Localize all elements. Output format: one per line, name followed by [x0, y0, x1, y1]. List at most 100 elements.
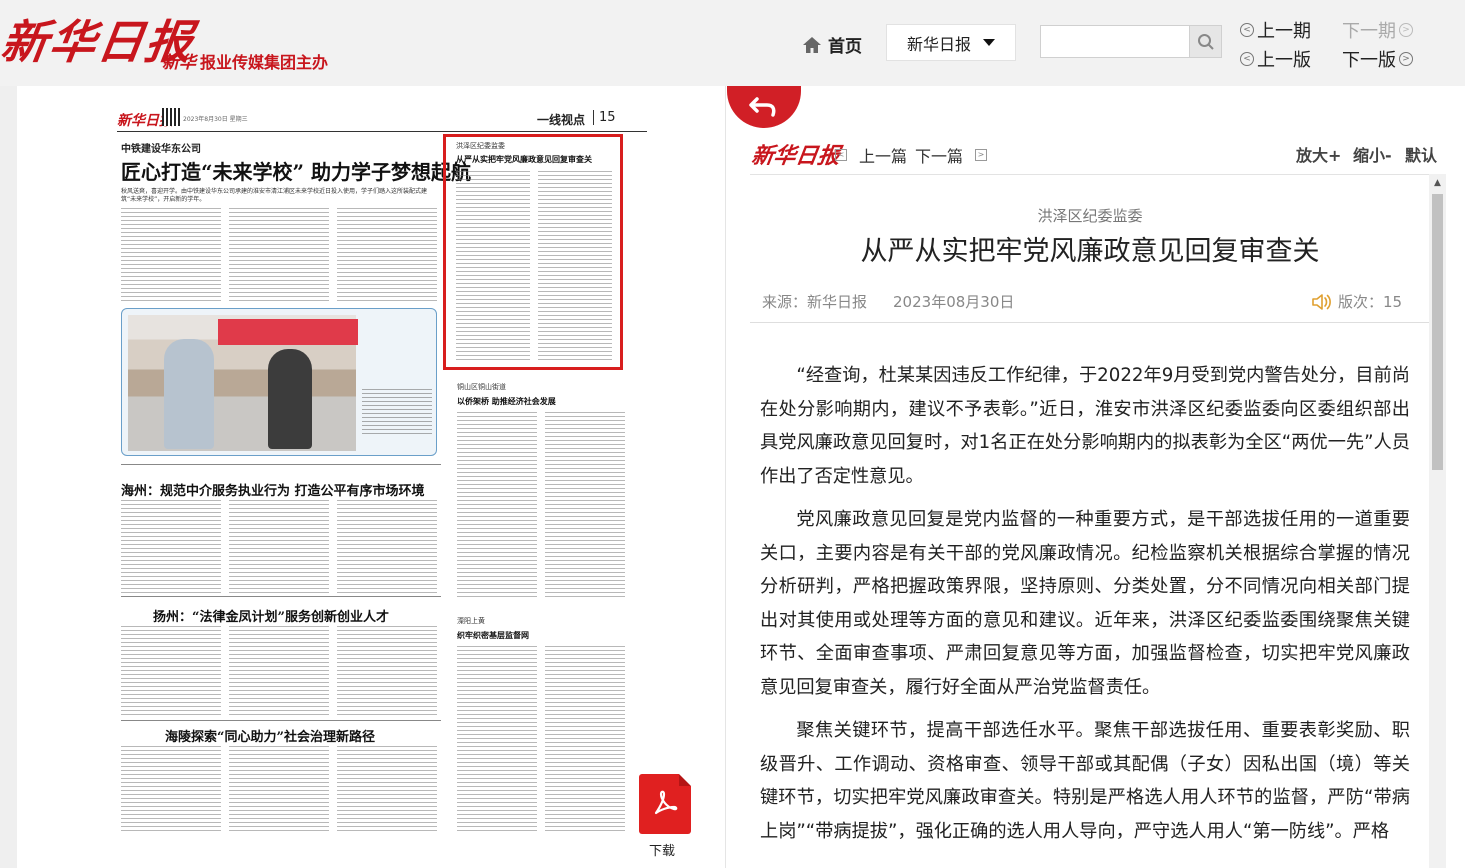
paper-select-value: 新华日报 [907, 34, 972, 54]
chevron-left-icon: < [1240, 23, 1254, 37]
lead-text-column [337, 208, 437, 302]
chevron-left-icon: < [835, 149, 847, 161]
chevron-right-icon: > [975, 149, 988, 161]
next-article-link[interactable]: 下一篇 > [915, 143, 988, 167]
lead-photo[interactable] [121, 308, 437, 456]
lead-subheadline: 秋风送爽，喜迎开学。由中铁建设华东公司承建的淮安市清江浦区未来学校近日投入使用，… [121, 188, 428, 203]
divider [750, 322, 1430, 323]
host-text: 报业传媒集团主办 [200, 52, 329, 72]
next-page-link[interactable]: 下一版 > [1342, 46, 1413, 72]
story4-title[interactable]: 织牢织密基层监督网 [457, 630, 529, 641]
main-area: 新华日报 2023年8月30日 星期三 一线视点 15 中铁建设华东公司 匠心打… [17, 86, 1465, 868]
article-paragraph: 聚焦关键环节，提高干部选任水平。聚焦干部选拔任用、重要表彰奖励、职级晋升、工作调… [760, 720, 1410, 842]
article-date: 2023年08月30日 [893, 293, 1015, 311]
prev-article-link[interactable]: < 上一篇 [835, 143, 907, 167]
search-input[interactable] [1040, 25, 1190, 58]
home-link[interactable]: 首页 [802, 32, 862, 57]
story6-text-column [121, 746, 221, 832]
article-logo: 新华日报 [749, 143, 842, 169]
boxed-text-column [456, 171, 530, 361]
story5-text-column [121, 626, 221, 716]
story4-text-column [457, 646, 537, 832]
zoom-default-button[interactable]: 默认 [1405, 142, 1437, 166]
paper-select[interactable]: 新华日报 [886, 24, 1016, 61]
divider [121, 720, 441, 721]
newspaper-page[interactable]: 新华日报 2023年8月30日 星期三 一线视点 15 中铁建设华东公司 匠心打… [117, 108, 647, 838]
qr-code-icon [162, 108, 180, 126]
story3-text-column [337, 500, 437, 600]
story3-title[interactable]: 海州：规范中介服务执业行为 打造公平有序市场环境 [121, 480, 425, 499]
pdf-download-button[interactable] [639, 774, 691, 834]
article-title: 从严从实把牢党风廉政意见回复审查关 [860, 236, 1320, 267]
article-paragraph: “经查询，杜某某因违反工作纪律，于2022年9月受到党内警告处分，目前尚在处分影… [760, 365, 1410, 487]
photo-person [164, 339, 214, 449]
host-mark: 新华 [162, 53, 196, 73]
speaker-icon[interactable] [1310, 292, 1332, 312]
zoom-in-button[interactable]: 放大+ [1296, 142, 1341, 166]
photo-banner [218, 319, 358, 345]
prev-article-label: 上一篇 [859, 147, 908, 166]
home-label: 首页 [828, 37, 862, 57]
scroll-up-icon[interactable]: ▲ [1429, 174, 1446, 191]
chevron-right-icon: > [1399, 52, 1413, 66]
prev-page-label: 上一版 [1257, 50, 1311, 71]
prev-issue-link[interactable]: < 上一期 [1240, 17, 1311, 43]
story5-text-column [337, 626, 437, 716]
story2-text-column [457, 412, 537, 598]
next-page-label: 下一版 [1342, 50, 1396, 71]
host-org: 新华 报业传媒集团主办 [162, 48, 329, 74]
search-icon [1197, 33, 1214, 50]
newspaper-date: 2023年8月30日 星期三 [183, 116, 248, 123]
lead-text-column [229, 208, 329, 302]
chevron-left-icon: < [1240, 52, 1254, 66]
story5-title[interactable]: 扬州：“法律金凤计划”服务创新创业人才 [153, 606, 389, 625]
selected-article-highlight[interactable]: 洪泽区纪委监委 从严从实把牢党风廉政意见回复审查关 [443, 134, 623, 370]
photo-person [268, 349, 312, 449]
pdf-icon [654, 790, 678, 815]
story5-text-column [229, 626, 329, 716]
article-meta: 来源：新华日报 2023年08月30日 [762, 291, 1014, 312]
article-panel[interactable]: 洪泽区纪委监委 从严从实把牢党风廉政意见回复审查关 来源：新华日报 2023年0… [750, 174, 1445, 868]
prev-page-link[interactable]: < 上一版 [1240, 46, 1311, 72]
photo-caption [362, 389, 432, 435]
zoom-out-button[interactable]: 缩小- [1353, 142, 1392, 166]
photo-image [128, 315, 358, 451]
story3-text-column [229, 500, 329, 600]
lead-kicker[interactable]: 中铁建设华东公司 [121, 140, 201, 155]
story6-text-column [229, 746, 329, 832]
article-page-info: 版次：15 [1310, 291, 1402, 312]
newspaper-page-number: 15 [593, 110, 616, 125]
lead-headline[interactable]: 匠心打造“未来学校” 助力学子梦想起航 [121, 156, 471, 185]
story4-text-column [545, 646, 625, 832]
divider [121, 464, 441, 465]
story6-text-column [337, 746, 437, 832]
article-scrollbar[interactable]: ▲ [1429, 174, 1446, 868]
chevron-down-icon [983, 39, 996, 46]
newspaper-section: 一线视点 [537, 113, 586, 127]
boxed-title: 从严从实把牢党风廉政意见回复审查关 [456, 155, 592, 164]
scrollbar-thumb[interactable] [1432, 194, 1443, 470]
article-paragraph: 党风廉政意见回复是党内监督的一种重要方式，是干部选拔任用的一道重要关口，主要内容… [760, 509, 1410, 698]
divider [121, 596, 441, 597]
back-button[interactable] [727, 86, 801, 128]
next-article-label: 下一篇 [915, 147, 964, 166]
search-button[interactable] [1189, 25, 1222, 58]
article-body: “经查询，杜某某因违反工作纪律，于2022年9月受到党内警告处分，目前尚在处分影… [760, 359, 1410, 858]
pdf-fold [679, 774, 691, 786]
boxed-text-column [538, 171, 612, 361]
story2-kicker[interactable]: 铜山区铜山街道 [457, 382, 506, 392]
back-arrow-icon [749, 97, 776, 117]
home-icon [802, 36, 822, 54]
next-issue-link[interactable]: 下一期 > [1342, 17, 1413, 43]
story4-kicker[interactable]: 溧阳上黄 [457, 616, 485, 626]
story2-title[interactable]: 以侨架桥 助推经济社会发展 [457, 396, 556, 407]
article-page: 版次：15 [1338, 293, 1403, 311]
story6-title[interactable]: 海陵探索“同心助力”社会治理新路径 [165, 726, 375, 745]
article-kicker: 洪泽区纪委监委 [1037, 207, 1143, 225]
chevron-right-icon: > [1399, 23, 1413, 37]
story2-text-column [545, 412, 625, 598]
article-source: 来源：新华日报 [762, 293, 868, 311]
prev-issue-label: 上一期 [1257, 21, 1311, 42]
story3-text-column [121, 500, 221, 600]
download-label[interactable]: 下载 [649, 840, 675, 859]
